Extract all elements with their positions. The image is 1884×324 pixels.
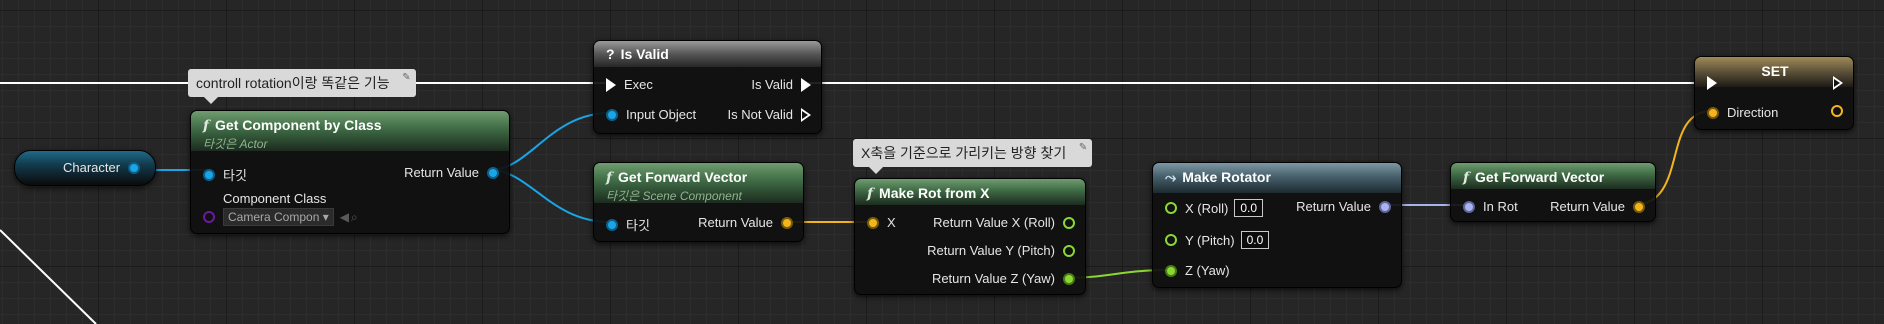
return-value-label: Return Value [404,165,479,180]
get-forward-vector-node-2[interactable]: f Get Forward Vector In Rot Return Value [1450,162,1656,222]
function-icon: f [203,118,210,134]
node-header: f Get Forward Vector 타깃은 Scene Component [594,163,803,203]
exec-input-pin[interactable] [606,77,616,92]
node-header: f Make Rot from X [855,179,1085,205]
exec-wire-diagonal [0,229,97,324]
yaw-label: Z (Yaw) [1185,263,1230,278]
function-icon: f [1463,170,1470,186]
direction-input-pin[interactable] [1707,106,1719,119]
return-y-output-pin[interactable] [1063,244,1075,257]
node-title: Get Forward Vector [1475,169,1605,185]
input-object-pin[interactable] [606,108,618,121]
get-component-by-class-node[interactable]: f Get Component by Class 타깃은 Actor 타깃 Ret… [190,110,510,234]
get-forward-vector-node-1[interactable]: f Get Forward Vector 타깃은 Scene Component … [593,162,804,242]
return-value-output-pin[interactable] [1379,200,1391,213]
component-class-input-pin[interactable] [203,211,215,223]
is-valid-label: Is Valid [751,77,793,92]
target-input-pin[interactable] [203,168,215,181]
is-not-valid-exec-output-pin[interactable] [801,107,811,122]
search-icon[interactable]: ⌕ [351,210,358,225]
node-header: f Get Component by Class 타깃은 Actor [191,111,509,151]
roll-label: X (Roll) [1185,200,1229,216]
x-input-pin[interactable] [867,216,879,229]
target-input-pin[interactable] [606,218,618,231]
return-value-output-pin[interactable] [1633,200,1645,213]
return-value-label: Return Value [1296,199,1371,214]
is-valid-node[interactable]: ? Is Valid Exec Is Valid Input Object Is … [593,40,822,134]
input-object-label: Input Object [626,107,697,122]
node-title: Get Component by Class [215,117,382,133]
node-title: Make Rotator [1182,169,1271,185]
make-rotator-node[interactable]: ⤳ Make Rotator X (Roll) 0.0 Return Value … [1152,162,1402,288]
x-label: X [887,215,896,230]
return-x-label: Return Value X (Roll) [933,215,1055,230]
character-variable-node[interactable]: Character [14,150,156,186]
yaw-input-pin[interactable] [1165,264,1177,277]
comment-bubble-rotation[interactable]: controll rotation이랑 똑같은 기능 ✎ [188,69,416,104]
component-class-value: Camera Compon [228,210,320,224]
node-header: ? Is Valid [594,41,821,67]
exec-label: Exec [624,77,653,92]
question-icon: ? [606,46,615,62]
return-value-label: Return Value [1550,199,1625,214]
function-icon: f [867,186,874,202]
node-title: Make Rot from X [879,185,990,201]
node-subtitle: 타깃은 Scene Component [606,189,742,203]
arrow-left-icon[interactable]: ◀ [340,210,349,224]
direction-output-pin[interactable] [1831,105,1843,117]
node-title: Is Valid [620,46,669,62]
return-value-output-pin[interactable] [781,216,793,229]
comment-text: X축을 기준으로 가리키는 방향 찾기 [861,145,1067,161]
node-header: SET [1695,57,1853,87]
node-title: Get Forward Vector [618,169,748,185]
pin-comment-icon[interactable]: ✎ [402,72,410,83]
return-y-label: Return Value Y (Pitch) [927,243,1055,258]
chevron-down-icon: ▾ [322,210,329,224]
return-value-output-pin[interactable] [487,166,499,179]
return-z-output-pin[interactable] [1063,272,1075,285]
make-rot-from-x-node[interactable]: f Make Rot from X X Return Value X (Roll)… [854,178,1086,295]
node-header: f Get Forward Vector [1451,163,1655,189]
is-not-valid-label: Is Not Valid [727,107,793,122]
pitch-value-field[interactable]: 0.0 [1240,231,1270,249]
exec-output-pin[interactable] [1833,76,1843,90]
in-rot-input-pin[interactable] [1463,200,1475,213]
is-valid-exec-output-pin[interactable] [801,77,811,92]
component-class-label: Component Class [223,191,327,206]
node-subtitle: 타깃은 Actor [203,137,268,151]
pitch-label: Y (Pitch) [1185,232,1235,248]
character-label: Character [63,160,121,175]
component-class-dropdown[interactable]: Camera Compon ▾ [223,208,334,226]
rotator-icon: ⤳ [1165,169,1177,185]
pin-comment-icon[interactable]: ✎ [1079,142,1087,153]
comment-bubble-direction[interactable]: X축을 기준으로 가리키는 방향 찾기 ✎ [853,139,1093,174]
return-value-label: Return Value [698,215,773,230]
target-label: 타깃 [626,218,650,233]
return-x-output-pin[interactable] [1063,216,1075,229]
exec-input-pin[interactable] [1707,76,1717,90]
node-header: ⤳ Make Rotator [1153,163,1401,193]
roll-value-field[interactable]: 0.0 [1234,199,1264,217]
in-rot-label: In Rot [1483,199,1518,214]
set-direction-node[interactable]: SET Direction [1694,56,1854,130]
direction-label: Direction [1727,105,1779,120]
node-title: SET [1761,63,1789,79]
character-output-pin[interactable] [128,161,141,174]
pitch-input-pin[interactable] [1165,234,1177,246]
target-label: 타깃 [223,168,247,183]
return-z-label: Return Value Z (Yaw) [931,271,1055,286]
comment-text: controll rotation이랑 똑같은 기능 [196,75,390,91]
function-icon: f [606,170,613,186]
roll-input-pin[interactable] [1165,202,1177,214]
